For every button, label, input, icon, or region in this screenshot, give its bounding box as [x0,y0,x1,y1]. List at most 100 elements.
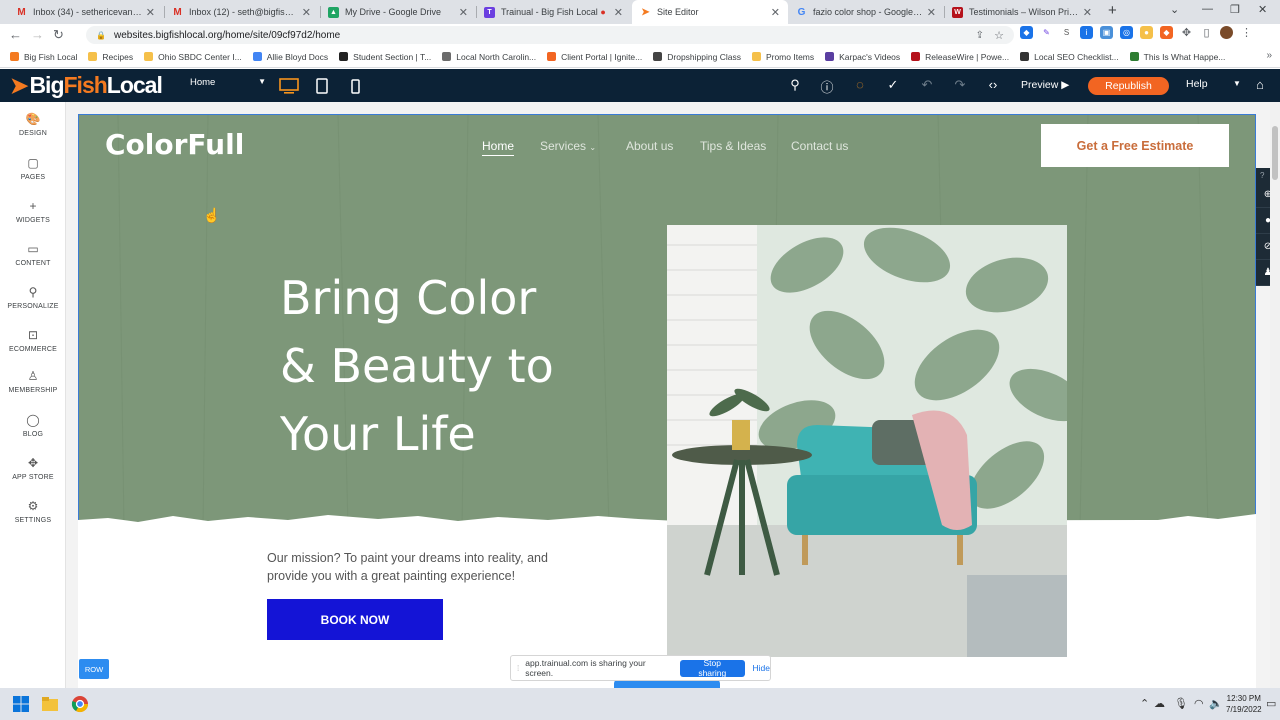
browser-tab-wilson[interactable]: W Testimonials – Wilson Printing & ✕ [944,0,1100,24]
sidebar-item-membership[interactable]: ♙ MEMBERSHIP [0,369,66,394]
sidebar-item-design[interactable]: 🎨 DESIGN [0,112,66,137]
chevron-down-icon[interactable]: ▼ [1233,79,1241,88]
back-icon[interactable]: ← [9,27,22,42]
bookmark-star-icon[interactable]: ☆ [994,29,1004,42]
bookmark-item[interactable]: Student Section | T... [339,52,431,62]
browser-tab-drive[interactable]: ▲ My Drive - Google Drive ✕ [320,0,476,24]
search-icon[interactable]: ⚲ [786,77,804,93]
living-room-image[interactable] [667,225,1067,657]
preview-button[interactable]: Preview ▶ [1021,79,1069,91]
browser-tab-trainual[interactable]: T Trainual - Big Fish Local ● ✕ [476,0,631,24]
hero-headline[interactable]: Bring Color & Beauty to Your Life [280,264,660,468]
windows-start-icon[interactable] [12,695,30,713]
new-tab-button[interactable]: + [1108,2,1117,19]
close-tab-icon[interactable]: ✕ [1083,6,1092,19]
screen-extension-icon[interactable]: ▣ [1100,26,1113,39]
sidebar-item-personalize[interactable]: ⚲ PERSONALIZE [0,285,66,310]
bigfishlocal-logo[interactable]: ➤ Big Fish Local [10,72,163,99]
volume-icon[interactable]: 🔈 [1209,697,1223,710]
browser-tab-gmail-1[interactable]: M Inbox (34) - sethericevans@gmail.com ✕ [8,0,163,24]
bookmark-item[interactable]: Client Portal | Ignite... [547,52,642,62]
tablet-view-button[interactable] [311,76,333,96]
comments-icon[interactable]: ◌ [851,77,869,92]
page-selector[interactable]: Home ▼ [190,77,270,88]
taskbar-clock[interactable]: 12:30 PM 7/19/2022 [1226,693,1262,715]
stop-sharing-button[interactable]: Stop sharing [680,658,745,678]
home-icon[interactable]: ⌂ [1256,77,1264,92]
help-small-icon[interactable]: ? [1260,171,1264,180]
mobile-view-button[interactable] [344,76,366,96]
honey-extension-icon[interactable]: ● [1140,26,1153,39]
sidepanel-icon[interactable]: ▯ [1200,26,1213,39]
file-explorer-icon[interactable] [41,695,59,713]
menu-kebab-icon[interactable]: ⋮ [1240,26,1253,39]
profile-avatar[interactable] [1220,26,1233,39]
free-estimate-button[interactable]: Get a Free Estimate [1041,124,1229,167]
bookmark-item[interactable]: Recipes [88,52,133,62]
share-icon[interactable]: ⇪ [976,30,984,41]
close-tab-icon[interactable]: ✕ [771,6,780,19]
chevron-up-icon[interactable]: ⌃ [1140,697,1149,710]
wifi-icon[interactable]: ◠ [1194,697,1204,710]
orange-extension-icon[interactable]: ◆ [1160,26,1173,39]
help-menu[interactable]: Help [1186,78,1208,90]
checkmark-icon[interactable]: ✓ [884,77,902,93]
close-tab-icon[interactable]: ✕ [302,6,311,19]
bookmark-item[interactable]: Big Fish Local [10,52,77,62]
notifications-icon[interactable]: ▭ [1266,697,1276,710]
browser-tab-site-editor[interactable]: ➤ Site Editor ✕ [632,0,788,24]
restore-button[interactable]: ❐ [1230,3,1240,16]
nav-contact-us[interactable]: Contact us [791,139,848,153]
row-badge[interactable]: ROW [79,659,109,679]
puzzle-extensions-icon[interactable]: ✥ [1180,26,1193,39]
sidebar-item-app-store[interactable]: ✥ APP STORE [0,456,66,481]
bookmark-item[interactable]: Dropshipping Class [653,52,741,62]
bookmark-item[interactable]: This Is What Happe... [1129,52,1225,62]
window-close-button[interactable]: ✕ [1258,3,1267,16]
vertical-scrollbar[interactable] [1270,102,1280,688]
hide-banner-link[interactable]: Hide [753,663,770,673]
browser-tab-gmail-2[interactable]: M Inbox (12) - seth@bigfishlocal.com ✕ [164,0,319,24]
microphone-icon[interactable]: 🎙 [1174,697,1188,710]
sidebar-item-ecommerce[interactable]: ⊡ ECOMMERCE [0,328,66,353]
sidebar-item-settings[interactable]: ⚙ SETTINGS [0,499,66,524]
bookmark-item[interactable]: Local North Carolin... [442,52,536,62]
redo-icon[interactable]: ↷ [951,77,969,93]
undo-icon[interactable]: ↶ [918,77,936,93]
nav-tips-ideas[interactable]: Tips & Ideas [700,139,766,153]
bookmark-item[interactable]: Promo Items [751,52,814,62]
sidebar-item-pages[interactable]: ▢ PAGES [0,156,66,181]
close-tab-icon[interactable]: ✕ [459,6,468,19]
nav-home[interactable]: Home [482,139,515,156]
extension-icon[interactable]: ◆ [1020,26,1033,39]
close-tab-icon[interactable]: ✕ [927,6,936,19]
pen-extension-icon[interactable]: ✎ [1040,26,1053,39]
site-brand-logo[interactable]: ColorFull [105,128,244,161]
mission-text[interactable]: Our mission? To paint your dreams into r… [267,549,567,585]
bookmark-item[interactable]: Karpac's Videos [825,52,900,62]
close-tab-icon[interactable]: ✕ [614,6,623,19]
tab-search-icon[interactable]: ⌄ [1170,3,1179,16]
address-bar[interactable]: 🔒 websites.bigfishlocal.org/home/site/09… [86,26,1014,44]
bookmark-item[interactable]: Ohio SBDC Center I... [144,52,242,62]
close-tab-icon[interactable]: ✕ [146,6,155,19]
info-extension-icon[interactable]: i [1080,26,1093,39]
more-bookmarks-icon[interactable]: » [1266,50,1272,61]
scrollbar-thumb[interactable] [1272,126,1278,180]
bookmark-item[interactable]: Local SEO Checklist... [1020,52,1119,62]
code-icon[interactable]: ‹› [984,77,1002,92]
nav-about-us[interactable]: About us [626,139,673,153]
cloud-icon[interactable]: ☁ [1154,697,1165,710]
globe-extension-icon[interactable]: ◎ [1120,26,1133,39]
desktop-view-button[interactable] [278,76,300,96]
chrome-icon[interactable] [71,695,89,713]
info-icon[interactable]: ⓘ [818,77,836,96]
browser-tab-google-search[interactable]: G fazio color shop - Google Search ✕ [788,0,944,24]
forward-icon[interactable]: → [31,27,44,42]
drag-handle-icon[interactable]: ⁞ [517,664,519,673]
book-now-button[interactable]: BOOK NOW [267,599,443,640]
minimize-button[interactable]: — [1202,3,1213,15]
nav-services[interactable]: Services ⌄ [540,139,596,153]
republish-button[interactable]: Republish [1088,77,1169,95]
reload-icon[interactable]: ↻ [53,27,64,43]
